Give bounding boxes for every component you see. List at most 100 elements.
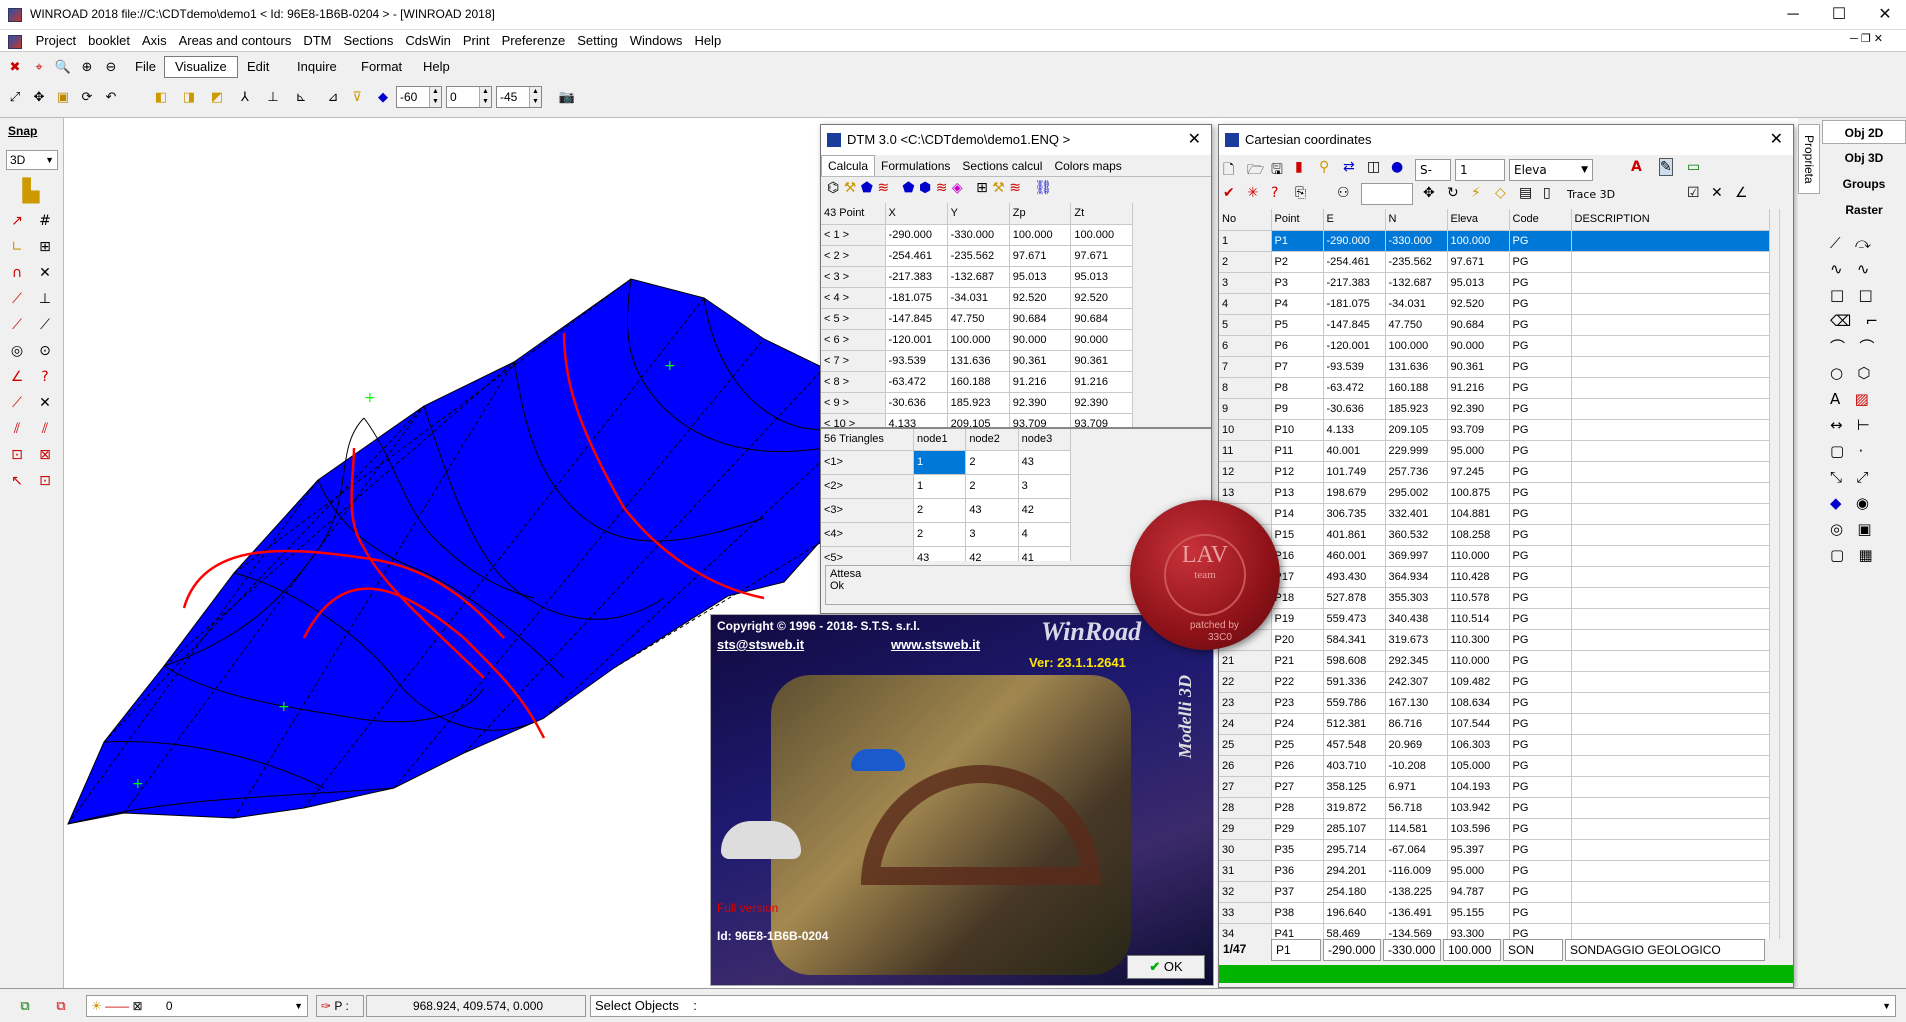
coords-cell[interactable]: 598.608: [1323, 650, 1386, 672]
coords-cell[interactable]: 9: [1219, 398, 1272, 420]
point-cell[interactable]: < 1 >: [821, 224, 886, 246]
coords-desc-cell[interactable]: [1571, 356, 1770, 378]
layers-icon[interactable]: ⧉: [14, 995, 36, 1017]
coords-desc-cell[interactable]: [1571, 503, 1770, 525]
triangle-cell[interactable]: 3: [965, 522, 1019, 547]
pen-icon[interactable]: ✎: [1659, 158, 1673, 176]
cube-icon[interactable]: ◆: [372, 86, 394, 108]
angle-icon[interactable]: ∠: [1735, 185, 1748, 201]
coords-row[interactable]: 31 P36 294.201 -116.009 95.000 PG: [1219, 860, 1770, 882]
move-icon[interactable]: ✥: [1423, 185, 1435, 201]
point-row[interactable]: < 6 > -120.001 100.000 90.000 90.000: [821, 329, 1133, 351]
snap-tangent-icon[interactable]: ⟋: [34, 314, 56, 336]
pan-icon[interactable]: ✥: [28, 86, 50, 108]
zoom-out-icon[interactable]: ⊖: [100, 56, 122, 78]
coords-cell[interactable]: PG: [1509, 860, 1572, 882]
coords-cell[interactable]: -136.491: [1385, 902, 1448, 924]
point-cell[interactable]: < 6 >: [821, 329, 886, 351]
coords-desc-cell[interactable]: [1571, 629, 1770, 651]
coords-cell[interactable]: P19: [1271, 608, 1324, 630]
coords-row[interactable]: 17P17493.430364.934110.428PG: [1219, 566, 1770, 588]
coords-cell[interactable]: 23: [1219, 692, 1272, 714]
point-cell[interactable]: < 9 >: [821, 392, 886, 414]
coords-desc-cell[interactable]: [1571, 797, 1770, 819]
curve-icon[interactable]: ∿: [1857, 260, 1870, 278]
grid-icon[interactable]: #: [34, 210, 56, 232]
point-row[interactable]: < 10 >4.133 209.105 93.709 93.709: [821, 413, 1133, 427]
snap-point-icon[interactable]: ↗: [6, 210, 28, 232]
coords-cell[interactable]: P15: [1271, 524, 1324, 546]
contour3-icon[interactable]: ≋: [1009, 180, 1021, 196]
coords-cell[interactable]: 198.679: [1323, 482, 1386, 504]
square-icon[interactable]: ▢: [1830, 546, 1844, 564]
coords-cell[interactable]: 106.303: [1447, 734, 1510, 756]
arc-icon[interactable]: ⌒: [1830, 338, 1845, 356]
coords-cell[interactable]: -30.636: [1323, 398, 1386, 420]
menu-axis[interactable]: Axis: [136, 30, 173, 52]
command-line[interactable]: Select Objects : ▼: [590, 995, 1896, 1017]
dimension2-icon[interactable]: ⊢: [1857, 416, 1870, 434]
footer-n[interactable]: -330.000: [1383, 939, 1441, 961]
check-icon[interactable]: ✔: [1223, 185, 1235, 201]
triangle-cell[interactable]: 43: [913, 546, 967, 561]
coords-cell[interactable]: 2: [1219, 251, 1272, 273]
tab-raster[interactable]: Raster: [1822, 198, 1906, 222]
point-cell[interactable]: -217.383: [885, 266, 948, 288]
coords-desc-cell[interactable]: [1571, 524, 1770, 546]
coords-header-cell[interactable]: Code: [1509, 209, 1572, 231]
coords-cell[interactable]: 110.000: [1447, 650, 1510, 672]
coords-desc-cell[interactable]: [1571, 608, 1770, 630]
coords-cell[interactable]: 86.716: [1385, 713, 1448, 735]
triangle-cell[interactable]: 1: [913, 450, 967, 475]
snap-intersect-icon[interactable]: ✕: [34, 262, 56, 284]
menu-dtm[interactable]: DTM: [297, 30, 337, 52]
coords-row[interactable]: 20P20584.341319.673110.300PG: [1219, 629, 1770, 651]
book-icon[interactable]: ▮: [1295, 159, 1303, 175]
coords-cell[interactable]: -330.000: [1385, 230, 1448, 252]
eye2-icon[interactable]: ◎: [1830, 520, 1843, 538]
coords-row[interactable]: 30 P35 295.714 -67.064 95.397 PG: [1219, 839, 1770, 861]
grid2-icon[interactable]: ▦: [1859, 546, 1873, 564]
coords-cell[interactable]: P27: [1271, 776, 1324, 798]
coords-desc-cell[interactable]: [1571, 461, 1770, 483]
coords-cell[interactable]: -132.687: [1385, 272, 1448, 294]
point-cell[interactable]: 90.361: [1009, 350, 1072, 372]
search-input[interactable]: [1361, 183, 1413, 205]
coords-cell[interactable]: 185.923: [1385, 398, 1448, 420]
coords-row[interactable]: 26 P26 403.710 -10.208 105.000 PG: [1219, 755, 1770, 777]
dimension-icon[interactable]: ↔: [1830, 416, 1843, 434]
zoom-window-icon[interactable]: 🔍: [52, 56, 74, 78]
coords-cell[interactable]: P21: [1271, 650, 1324, 672]
point-cell[interactable]: 91.216: [1070, 371, 1133, 393]
point-cell[interactable]: 100.000: [947, 329, 1010, 351]
point-cell[interactable]: 97.671: [1070, 245, 1133, 267]
coords-cell[interactable]: P29: [1271, 818, 1324, 840]
coords-cell[interactable]: 40.001: [1323, 440, 1386, 462]
coords-cell[interactable]: PG: [1509, 797, 1572, 819]
mesh-icon[interactable]: ⊞: [976, 180, 988, 196]
field-select[interactable]: Eleva ▼: [1509, 159, 1593, 181]
coords-row[interactable]: 3 P3 -217.383 -132.687 95.013 PG: [1219, 272, 1770, 294]
coords-desc-cell[interactable]: [1571, 377, 1770, 399]
build-icon[interactable]: ⚒: [844, 180, 857, 196]
coords-cell[interactable]: 401.861: [1323, 524, 1386, 546]
coords-cell[interactable]: 4.133: [1323, 419, 1386, 441]
point-cell[interactable]: -181.075: [885, 287, 948, 309]
coords-desc-cell[interactable]: [1571, 902, 1770, 924]
point-cell[interactable]: < 10 >: [821, 413, 886, 427]
spline-icon[interactable]: ∿: [1830, 260, 1843, 278]
coords-scrollbar[interactable]: [1779, 209, 1793, 939]
triangle-cell[interactable]: 41: [1018, 546, 1072, 561]
coords-cell[interactable]: P3: [1271, 272, 1324, 294]
triangle-cell[interactable]: 4: [1018, 522, 1072, 547]
point-cell[interactable]: 90.684: [1009, 308, 1072, 330]
coords-row[interactable]: 14P14306.735332.401104.881PG: [1219, 503, 1770, 525]
point-cell[interactable]: -147.845: [885, 308, 948, 330]
snap-grid-icon[interactable]: ⊞: [34, 236, 56, 258]
point-cell[interactable]: -290.000: [885, 224, 948, 246]
prefix-input[interactable]: S-: [1415, 159, 1451, 181]
select-pointer-icon[interactable]: ↖: [6, 470, 28, 492]
splash-email[interactable]: sts@stsweb.it: [717, 637, 804, 652]
cross-icon[interactable]: ✕: [1711, 185, 1723, 201]
point-cell[interactable]: 209.105: [947, 413, 1010, 427]
